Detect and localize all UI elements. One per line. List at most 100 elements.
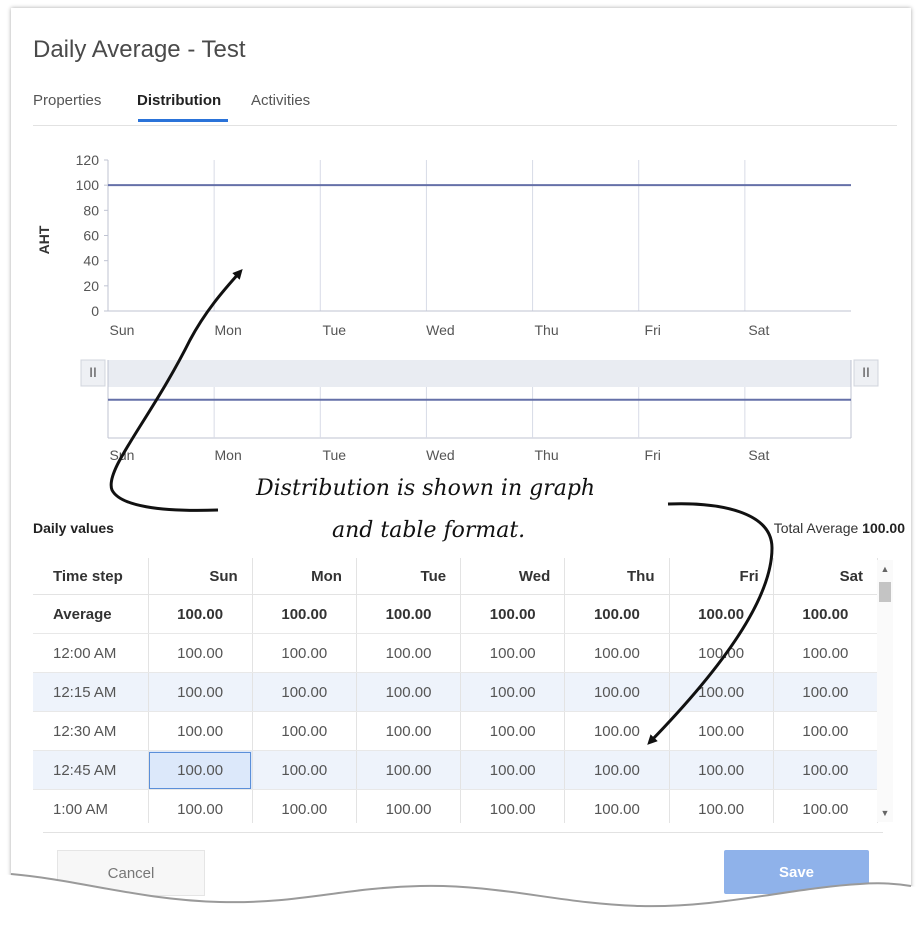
column-header[interactable]: Thu bbox=[564, 558, 670, 595]
value-cell[interactable]: 100.00 bbox=[564, 633, 670, 673]
navigator-x-tick-label: Fri bbox=[645, 447, 661, 463]
y-tick-label: 100 bbox=[76, 177, 100, 193]
value-cell[interactable]: 100.00 bbox=[564, 711, 670, 751]
x-tick-label: Thu bbox=[535, 322, 559, 338]
navigator-x-tick-label: Sun bbox=[110, 447, 135, 463]
value-cell[interactable]: 100.00 bbox=[669, 672, 774, 712]
daily-values-label: Daily values bbox=[33, 520, 114, 536]
table-row: 12:45 AM 100.00 100.00 100.00 100.00 100.00 10… bbox=[33, 750, 878, 790]
navigator-x-tick-label: Wed bbox=[426, 447, 455, 463]
value-cell[interactable]: 100.00 bbox=[564, 789, 670, 823]
value-cell[interactable]: 100.00 bbox=[564, 672, 670, 712]
callout-text-line2: and table format. bbox=[332, 518, 526, 543]
average-row: Average 100.00 100.00 100.00 100.00 100.00 100… bbox=[33, 594, 878, 634]
table-scrollbar[interactable]: ▲ ▼ bbox=[877, 560, 893, 822]
value-cell[interactable]: 100.00 bbox=[356, 711, 462, 751]
column-header[interactable]: Sun bbox=[148, 558, 253, 595]
scroll-down-icon[interactable]: ▼ bbox=[877, 808, 893, 818]
y-tick-label: 0 bbox=[91, 303, 99, 319]
value-cell[interactable]: 100.00 bbox=[460, 789, 566, 823]
value-cell[interactable]: 100.00 bbox=[252, 711, 357, 751]
column-header[interactable]: Time step bbox=[33, 558, 149, 595]
value-cell[interactable]: 100.00 bbox=[773, 672, 878, 712]
table-header-row: Time step Sun Mon Tue Wed Thu Fri Sat bbox=[33, 558, 878, 595]
time-step-cell: 12:15 AM bbox=[33, 672, 149, 712]
value-cell[interactable]: 100.00 bbox=[252, 750, 357, 790]
time-step-cell: 1:00 AM bbox=[33, 789, 149, 823]
value-cell[interactable]: 100.00 bbox=[252, 633, 357, 673]
value-cell: 100.00 bbox=[148, 594, 253, 634]
table-row: 12:15 AM 100.00 100.00 100.00 100.00 100.00 10… bbox=[33, 672, 878, 712]
navigator-handle-right-grip: II bbox=[862, 364, 870, 380]
value-cell[interactable]: 100.00 bbox=[564, 750, 670, 790]
y-tick-label: 40 bbox=[83, 253, 99, 269]
value-cell: 100.00 bbox=[564, 594, 670, 634]
value-cell: 100.00 bbox=[356, 594, 462, 634]
footer-divider bbox=[43, 832, 883, 833]
value-cell[interactable]: 100.00 bbox=[148, 633, 253, 673]
table-row: 12:30 AM 100.00 100.00 100.00 100.00 100.00 10… bbox=[33, 711, 878, 751]
navigator-x-tick-label: Tue bbox=[322, 447, 346, 463]
navigator-x-tick-label: Mon bbox=[215, 447, 242, 463]
time-step-cell: 12:00 AM bbox=[33, 633, 149, 673]
value-cell[interactable]: 100.00 bbox=[356, 672, 462, 712]
value-cell: 100.00 bbox=[773, 594, 878, 634]
total-average-value: 100.00 bbox=[862, 520, 905, 536]
scroll-thumb[interactable] bbox=[879, 582, 891, 602]
value-cell[interactable]: 100.00 bbox=[669, 750, 774, 790]
value-cell[interactable]: 100.00 bbox=[356, 750, 462, 790]
column-header[interactable]: Mon bbox=[252, 558, 357, 595]
value-cell: 100.00 bbox=[460, 594, 566, 634]
x-tick-label: Sat bbox=[748, 322, 769, 338]
scroll-up-icon[interactable]: ▲ bbox=[877, 564, 893, 574]
value-cell[interactable]: 100.00 bbox=[148, 711, 253, 751]
value-cell[interactable]: 100.00 bbox=[148, 750, 253, 790]
time-step-cell: 12:30 AM bbox=[33, 711, 149, 751]
x-tick-label: Sun bbox=[110, 322, 135, 338]
column-header[interactable]: Sat bbox=[773, 558, 878, 595]
callout-text-line1: Distribution is shown in graph bbox=[256, 476, 596, 501]
value-cell[interactable]: 100.00 bbox=[356, 633, 462, 673]
total-average-label: Total Average bbox=[773, 520, 859, 536]
y-tick-label: 20 bbox=[83, 278, 99, 294]
value-cell[interactable]: 100.00 bbox=[460, 672, 566, 712]
y-tick-label: 60 bbox=[83, 228, 99, 244]
value-cell[interactable]: 100.00 bbox=[460, 633, 566, 673]
x-tick-label: Fri bbox=[645, 322, 661, 338]
value-cell: 100.00 bbox=[252, 594, 357, 634]
value-cell[interactable]: 100.00 bbox=[148, 789, 253, 823]
value-cell[interactable]: 100.00 bbox=[669, 633, 774, 673]
time-step-cell: Average bbox=[33, 594, 149, 634]
value-cell[interactable]: 100.00 bbox=[669, 711, 774, 751]
value-cell[interactable]: 100.00 bbox=[148, 672, 253, 712]
save-button[interactable]: Save bbox=[724, 850, 869, 894]
table-row: 1:00 AM 100.00 100.00 100.00 100.00 100.00 100… bbox=[33, 789, 878, 823]
value-cell: 100.00 bbox=[669, 594, 774, 634]
x-tick-label: Tue bbox=[322, 322, 346, 338]
value-cell[interactable]: 100.00 bbox=[773, 789, 878, 823]
value-cell[interactable]: 100.00 bbox=[356, 789, 462, 823]
value-cell[interactable]: 100.00 bbox=[773, 750, 878, 790]
total-average: Total Average 100.00 bbox=[774, 520, 905, 536]
value-cell[interactable]: 100.00 bbox=[460, 711, 566, 751]
value-cell[interactable]: 100.00 bbox=[773, 711, 878, 751]
daily-values-table: Time step Sun Mon Tue Wed Thu Fri Sat Av… bbox=[33, 558, 878, 823]
navigator-handle-left-grip: II bbox=[89, 364, 97, 380]
dialog-panel: Daily Average - Test Properties Distribu… bbox=[11, 8, 911, 914]
column-header[interactable]: Tue bbox=[356, 558, 462, 595]
navigator-x-tick-label: Sat bbox=[748, 447, 769, 463]
distribution-chart: 0 20 40 60 80 100 120 AHT Sun Mon Tue Wed Thu Fri Sat I… bbox=[36, 152, 879, 463]
column-header[interactable]: Wed bbox=[460, 558, 566, 595]
x-tick-label: Wed bbox=[426, 322, 455, 338]
y-axis-title: AHT bbox=[36, 225, 52, 254]
value-cell[interactable]: 100.00 bbox=[460, 750, 566, 790]
value-cell[interactable]: 100.00 bbox=[252, 789, 357, 823]
y-tick-label: 120 bbox=[76, 152, 100, 168]
column-header[interactable]: Fri bbox=[669, 558, 774, 595]
navigator-x-tick-label: Thu bbox=[535, 447, 559, 463]
navigator-selection-band bbox=[108, 360, 851, 387]
cancel-button[interactable]: Cancel bbox=[57, 850, 205, 896]
value-cell[interactable]: 100.00 bbox=[669, 789, 774, 823]
value-cell[interactable]: 100.00 bbox=[252, 672, 357, 712]
value-cell[interactable]: 100.00 bbox=[773, 633, 878, 673]
